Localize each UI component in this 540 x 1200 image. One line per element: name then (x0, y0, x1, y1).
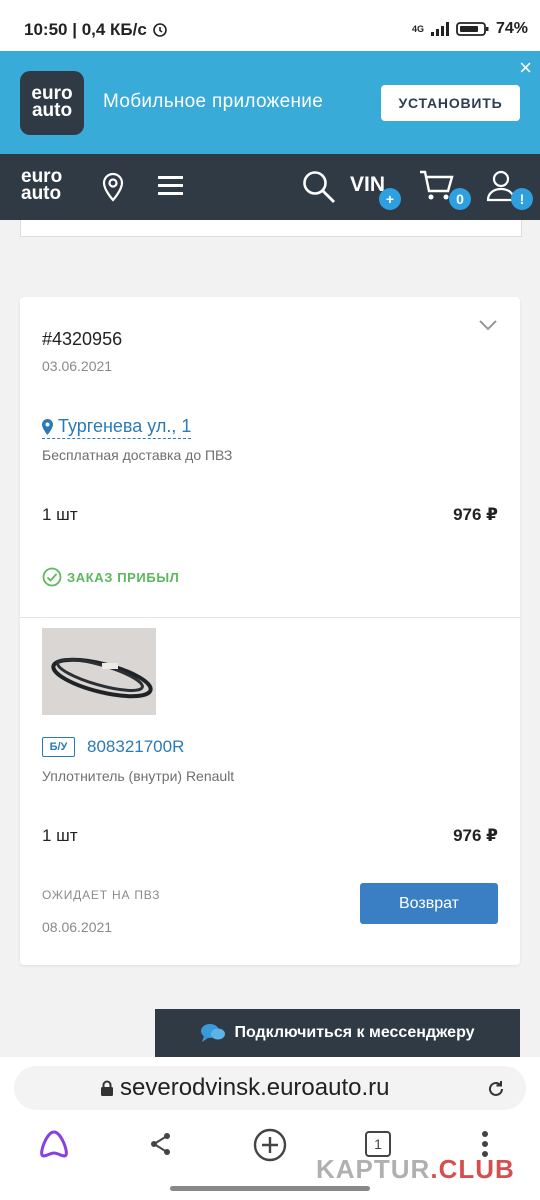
divider (20, 617, 520, 618)
item-quantity: 1 шт (42, 826, 78, 845)
site-logo[interactable]: euro auto (21, 167, 62, 203)
status-right: 4G 74% (412, 20, 528, 38)
nav-bar: euro auto VIN + 0 ! (0, 154, 540, 220)
install-button[interactable]: УСТАНОВИТЬ (381, 85, 520, 121)
status-time: 10:50 | 0,4 КБ/с (24, 20, 168, 40)
order-quantity: 1 шт (42, 505, 78, 524)
return-button[interactable]: Возврат (360, 883, 498, 924)
app-banner: euro auto Мобильное приложение УСТАНОВИТ… (0, 51, 540, 154)
cart-count-badge: 0 (449, 188, 471, 210)
share-icon[interactable] (149, 1132, 173, 1156)
alice-assistant-icon[interactable] (37, 1129, 71, 1159)
pickup-address-link[interactable]: Тургенева ул., 1 (42, 416, 192, 439)
order-date: 03.06.2021 (42, 358, 113, 374)
new-tab-icon[interactable] (253, 1128, 287, 1162)
gesture-bar (170, 1186, 370, 1191)
location-pin-icon (42, 418, 53, 435)
location-pin-icon[interactable] (101, 172, 125, 202)
menu-icon[interactable] (158, 174, 183, 198)
alarm-icon (152, 23, 167, 37)
delivery-info: Бесплатная доставка до ПВЗ (42, 447, 233, 463)
reload-icon[interactable] (486, 1079, 506, 1099)
battery-icon (456, 22, 489, 36)
app-logo: euro auto (20, 71, 84, 135)
previous-card (20, 220, 522, 237)
messenger-button[interactable]: Подключиться к мессенджеру (155, 1009, 520, 1057)
item-price: 976 ₽ (453, 826, 498, 845)
chat-bubble-icon (201, 1024, 226, 1042)
lock-icon (101, 1080, 113, 1096)
order-status: ЗАКАЗ ПРИБЫЛ (42, 567, 179, 587)
vin-add-badge: + (379, 188, 401, 210)
check-circle-icon (42, 567, 62, 587)
pickup-date: 08.06.2021 (42, 919, 113, 935)
order-number: #4320956 (42, 329, 123, 349)
pickup-status: ОЖИДАЕТ НА ПВЗ (42, 888, 161, 902)
order-card: #4320956 03.06.2021 Тургенева ул., 1 Бес… (20, 297, 520, 965)
close-icon[interactable]: × (519, 57, 532, 79)
product-thumbnail[interactable] (42, 628, 156, 715)
banner-title: Мобильное приложение (103, 91, 324, 112)
condition-badge: Б/У (42, 737, 75, 757)
url-text[interactable]: severodvinsk.euroauto.ru (120, 1074, 389, 1102)
part-name: Уплотнитель (внутри) Renault (42, 768, 235, 784)
battery-level: 74% (495, 20, 528, 37)
part-number-link[interactable]: 808321700R (87, 737, 184, 757)
search-icon[interactable] (302, 170, 336, 204)
chevron-down-icon[interactable] (478, 319, 498, 331)
order-price: 976 ₽ (453, 505, 498, 524)
signal-icon (430, 22, 449, 36)
profile-alert-badge: ! (511, 188, 533, 210)
watermark: KAPTUR.CLUB (316, 1154, 515, 1184)
network-label: 4G (411, 24, 424, 34)
